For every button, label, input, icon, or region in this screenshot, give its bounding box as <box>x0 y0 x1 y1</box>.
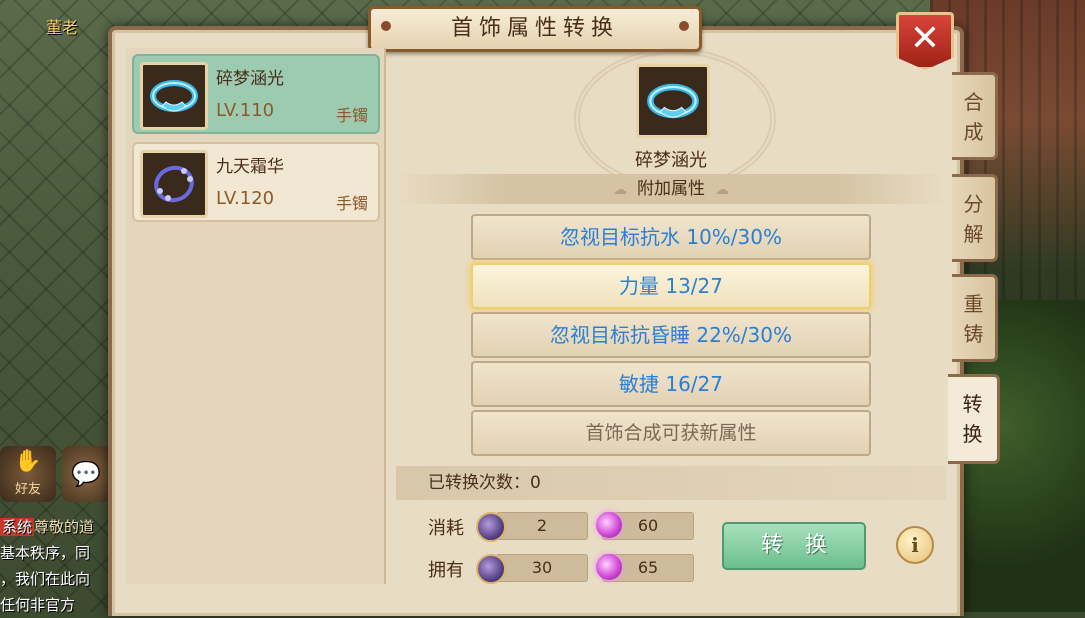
cost-label: 消耗 <box>428 518 464 539</box>
tab-char: 分 <box>963 192 984 216</box>
chat-text: 尊敬的道 <box>34 518 95 536</box>
attribute-row[interactable]: 敏捷 16/27 <box>471 361 871 407</box>
accessory-level: LV.110 <box>216 100 275 121</box>
accessory-item-1[interactable]: 碎梦涵光 LV.110 手镯 <box>132 54 380 134</box>
own-stone-amount: 30 <box>496 554 588 582</box>
panel-title-plate: 首饰属性转换 <box>368 6 702 52</box>
tab-char: 铸 <box>963 322 984 346</box>
tab-char: 重 <box>963 292 984 316</box>
accessory-name: 九天霜华 <box>216 157 284 177</box>
chat-line: ，我们在此向 <box>0 570 91 588</box>
convert-content: 碎梦涵光 ☁ 附加属性 ☁ 忽视目标抗水 10%/30% 力量 13/27 忽视目标… <box>396 48 946 584</box>
chat-log: 系统 尊敬的道 基本秩序，同 ，我们在此向 任何非官方 <box>0 514 110 618</box>
convert-count: 已转换次数：0 <box>396 466 946 500</box>
tab-convert[interactable]: 转 换 <box>948 374 1000 464</box>
preview-item-name: 碎梦涵光 <box>635 150 707 171</box>
npc-name-label: 董老 <box>46 18 79 37</box>
bracelet-cyan-icon <box>140 62 208 130</box>
info-icon[interactable]: i <box>896 526 934 564</box>
cloud-ornament-icon: ☁ <box>715 182 729 198</box>
left-hud: ✋ 好友 💬 系统 尊敬的道 基本秩序，同 ，我们在此向 任何非官方 <box>0 440 110 614</box>
tab-char: 解 <box>963 222 984 246</box>
bracelet-cyan-icon <box>636 64 710 138</box>
panel-title: 首饰属性转换 <box>450 16 619 41</box>
friends-button[interactable]: ✋ 好友 <box>0 446 56 502</box>
chat-line: 系统 尊敬的道 <box>0 514 110 540</box>
orb-icon <box>596 512 622 538</box>
stone-icon <box>476 554 506 584</box>
tab-char: 成 <box>963 120 984 144</box>
attribute-hint-row: 首饰合成可获新属性 <box>471 410 871 456</box>
own-label: 拥有 <box>428 560 464 581</box>
handshake-icon: ✋ <box>14 449 42 474</box>
system-tag: 系统 <box>0 518 35 536</box>
orb-icon <box>596 554 622 580</box>
stone-icon <box>476 512 506 542</box>
attribute-row[interactable]: 力量 13/27 <box>471 263 871 309</box>
cost-stone-amount: 2 <box>496 512 588 540</box>
accessory-item-2[interactable]: 九天霜华 LV.120 手镯 <box>132 142 380 222</box>
chat-line: 基本秩序，同 <box>0 544 91 562</box>
accessory-type: 手镯 <box>335 194 368 213</box>
friends-label: 好友 <box>14 482 41 497</box>
tab-recast[interactable]: 重 铸 <box>952 274 998 362</box>
convert-button[interactable]: 转换 <box>722 522 866 570</box>
accessory-level: LV.120 <box>216 188 275 209</box>
attributes-header: ☁ 附加属性 ☁ <box>396 174 946 204</box>
attributes-header-label: 附加属性 <box>637 179 705 199</box>
tab-decompose[interactable]: 分 解 <box>952 174 998 262</box>
accessory-name: 碎梦涵光 <box>216 69 284 89</box>
tab-char: 转 <box>962 392 983 416</box>
title-ornament-icon <box>679 21 689 31</box>
title-ornament-icon <box>381 21 391 31</box>
chat-bubble-icon[interactable]: 💬 <box>62 446 110 502</box>
tab-synthesize[interactable]: 合 成 <box>952 72 998 160</box>
accessory-list: 碎梦涵光 LV.110 手镯 九天霜华 LV.120 手镯 <box>126 48 386 584</box>
attribute-row[interactable]: 忽视目标抗水 10%/30% <box>471 214 871 260</box>
cloud-ornament-icon: ☁ <box>613 182 627 198</box>
bracelet-purple-icon <box>140 150 208 218</box>
attribute-row[interactable]: 忽视目标抗昏睡 22%/30% <box>471 312 871 358</box>
tab-char: 换 <box>962 422 983 446</box>
accessory-type: 手镯 <box>335 106 368 125</box>
tab-char: 合 <box>963 90 984 114</box>
chat-line: 任何非官方 <box>0 596 76 614</box>
